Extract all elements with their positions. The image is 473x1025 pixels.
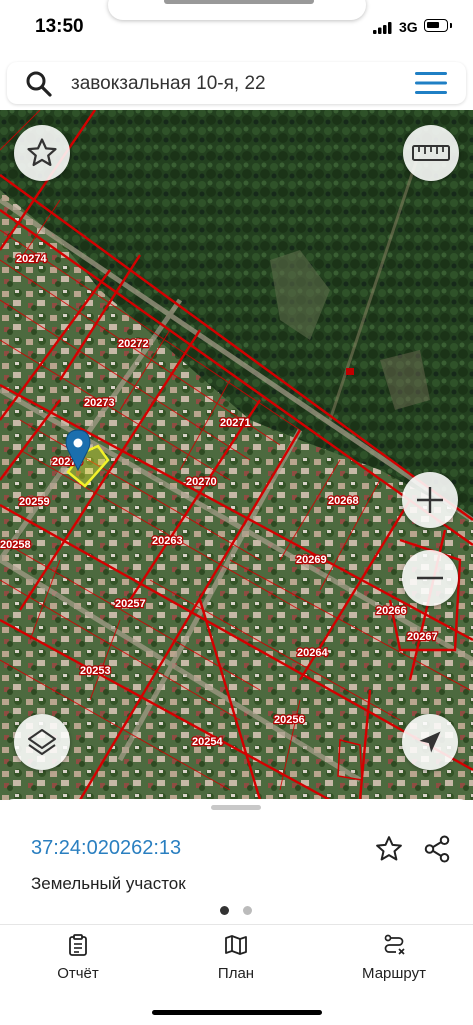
favorite-star-icon[interactable] [374, 834, 404, 864]
plot-label: 20270 [186, 476, 217, 488]
tab-label: Отчёт [57, 965, 99, 982]
page-dot-active[interactable] [220, 906, 229, 915]
zoom-out-button[interactable] [402, 550, 458, 606]
locate-button[interactable] [402, 714, 458, 770]
network-type: 3G [399, 19, 418, 35]
sheet-handle[interactable] [211, 805, 261, 810]
page-dot[interactable] [243, 906, 252, 915]
ruler-icon [412, 145, 450, 161]
ruler-button[interactable] [403, 125, 459, 181]
battery-icon [424, 19, 448, 32]
signal-icon [373, 22, 392, 34]
tab-plan[interactable]: План [176, 933, 296, 982]
map-plan-icon [225, 935, 247, 955]
route-icon [384, 934, 405, 955]
tab-label: План [217, 965, 255, 982]
menu-icon[interactable] [413, 70, 449, 96]
plot-label: 20268 [328, 495, 359, 507]
plot-label: 20257 [115, 598, 146, 610]
plot-label: 20264 [297, 647, 328, 659]
dynamic-island [108, 0, 366, 20]
plot-label: 20263 [152, 535, 183, 547]
plot-label: 20272 [118, 338, 149, 350]
plus-icon [417, 487, 443, 513]
cadastral-number[interactable]: 37:24:020262:13 [31, 837, 181, 860]
plot-label: 20266 [376, 605, 407, 617]
tab-report[interactable]: Отчёт [18, 933, 138, 982]
plot-label: 20267 [407, 631, 438, 643]
object-sheet[interactable]: 37:24:020262:13 Земельный участок [0, 799, 473, 924]
navigation-arrow-icon [419, 731, 441, 753]
plot-label: 20269 [296, 554, 327, 566]
tab-label: Маршрут [362, 965, 426, 982]
search-bar[interactable]: завокзальная 10-я, 22 [7, 62, 466, 104]
plot-label: 20271 [220, 417, 251, 429]
minus-icon [417, 576, 443, 580]
island-progress-bar [164, 0, 314, 4]
star-outline-icon [27, 138, 57, 167]
tab-bar: Отчёт План Маршрут [0, 924, 473, 1025]
object-type: Земельный участок [31, 874, 186, 893]
plot-label: 20256 [274, 714, 305, 726]
search-icon[interactable] [25, 70, 53, 98]
plot-label: 20259 [19, 496, 50, 508]
home-indicator[interactable] [152, 1010, 322, 1015]
plot-label: 20274 [16, 253, 47, 265]
plot-label: 20258 [0, 539, 31, 551]
plot-label: 20254 [192, 736, 223, 748]
map-view[interactable]: 20274 20272 20273 20271 20270 20268 2025… [0, 110, 473, 800]
plot-label: 20273 [84, 397, 115, 409]
layers-button[interactable] [14, 714, 70, 770]
battery-cap [450, 23, 452, 28]
report-clipboard-icon [69, 934, 87, 956]
map-canvas[interactable]: 20274 20272 20273 20271 20270 20268 2025… [0, 110, 473, 800]
status-time: 13:50 [35, 16, 84, 37]
zoom-in-button[interactable] [402, 472, 458, 528]
plot-label: 20253 [80, 665, 111, 677]
favorite-map-button[interactable] [14, 125, 70, 181]
status-bar: 13:50 3G [0, 0, 473, 58]
search-input[interactable]: завокзальная 10-я, 22 [71, 73, 266, 95]
tab-route[interactable]: Маршрут [334, 933, 454, 982]
parcel-point [346, 368, 354, 375]
share-icon[interactable] [422, 834, 452, 864]
layers-icon [28, 729, 56, 755]
